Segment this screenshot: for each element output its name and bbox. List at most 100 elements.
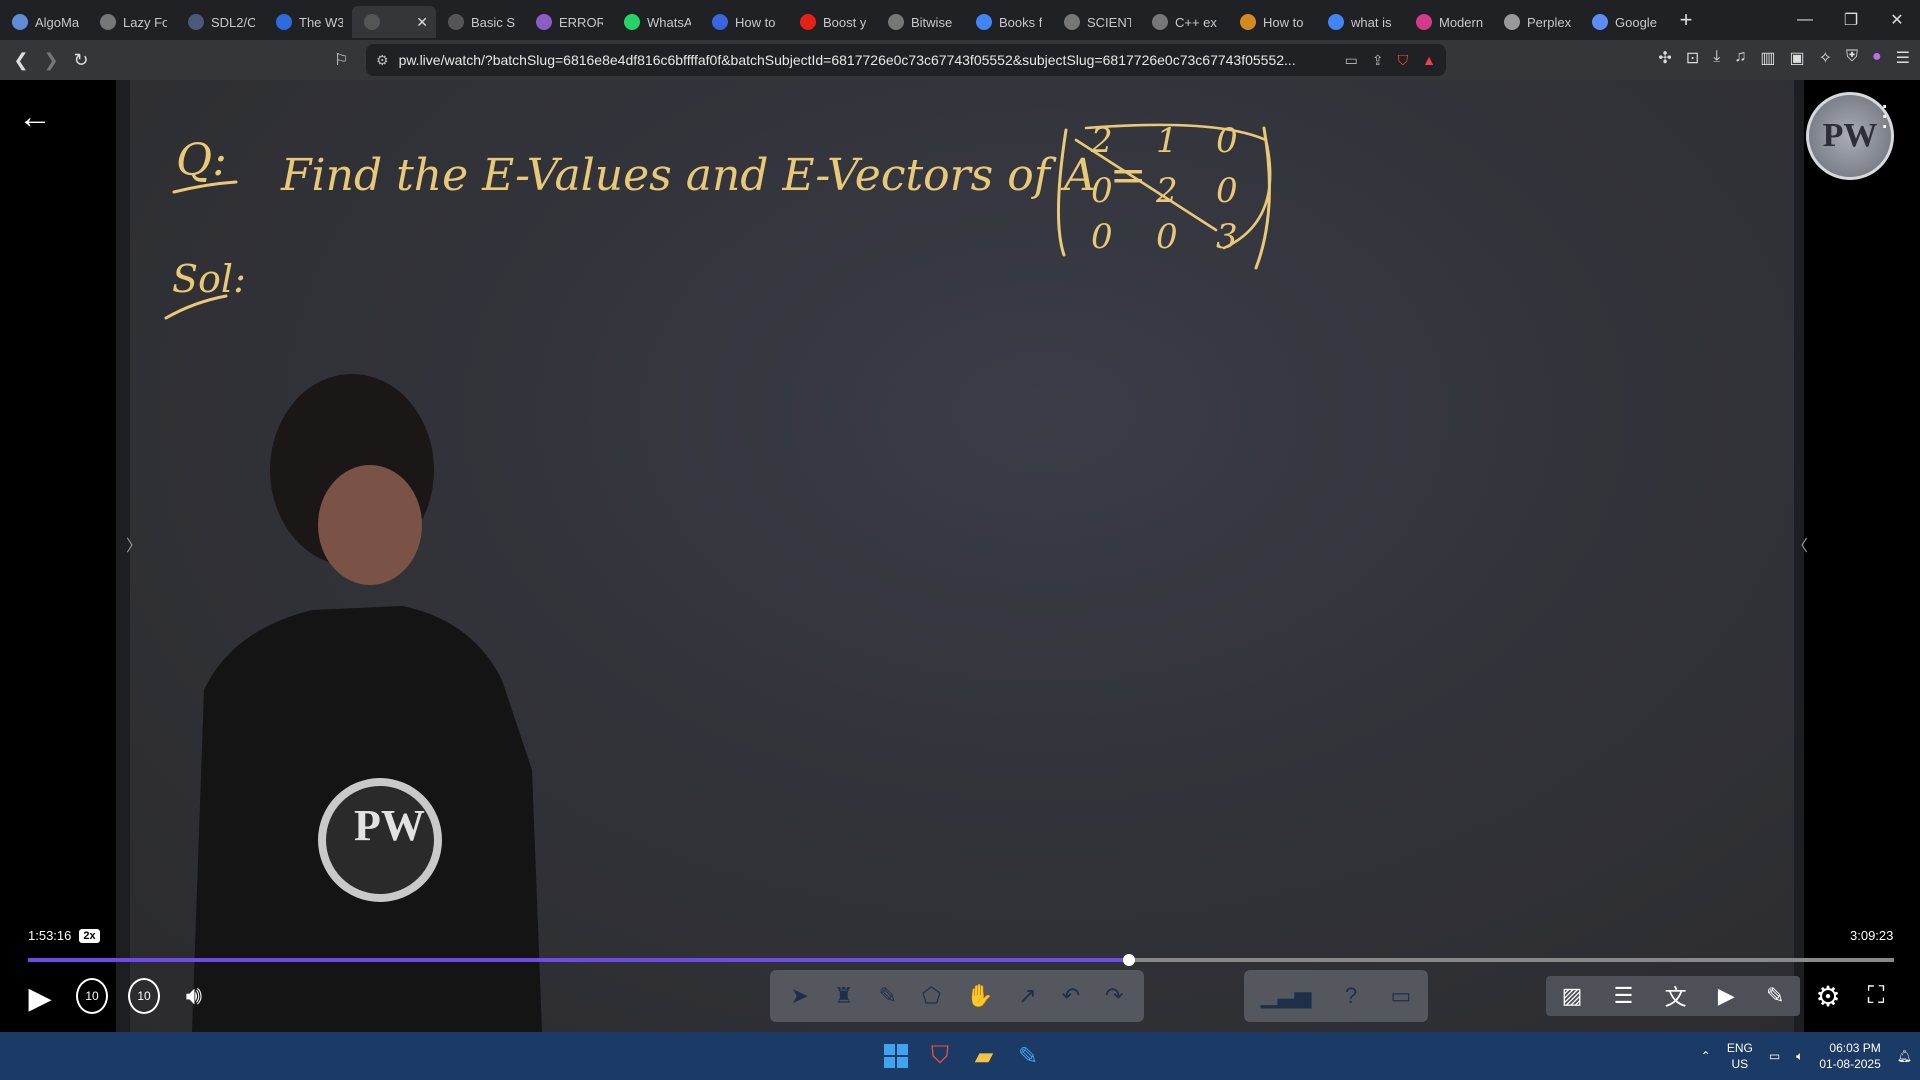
fullscreen-icon[interactable]: ⛶ <box>1858 978 1894 1014</box>
redo-icon: ↷ <box>1105 983 1124 1008</box>
notification-icon[interactable]: 🔔︎ <box>1897 1049 1912 1063</box>
translate-icon[interactable]: 文 <box>1665 980 1687 1012</box>
teacher-figure: PW <box>192 374 542 1032</box>
wallet-icon[interactable]: ▣ <box>1789 48 1804 68</box>
current-time: 1:53:16 2x <box>28 928 100 943</box>
menu-icon[interactable]: ☰ <box>1896 48 1910 68</box>
algo-icon <box>12 14 28 30</box>
browser-tab[interactable]: ✕ <box>352 6 436 38</box>
forward-10-label: 10 <box>137 989 151 1003</box>
cast-icon[interactable]: ▭ <box>1345 52 1358 69</box>
youtube-icon <box>800 14 816 30</box>
browser-tab[interactable]: How to <box>700 6 788 38</box>
browser-tab[interactable]: SDL2/C <box>176 6 264 38</box>
openai-icon <box>1152 14 1168 30</box>
leo-ai-icon[interactable]: ✧ <box>1819 48 1832 68</box>
volume-icon[interactable]: 🔊︎ <box>176 978 212 1014</box>
pw-logo-text: PW <box>1822 117 1878 154</box>
pointer-icon: ➤ <box>790 983 809 1008</box>
toolbar-actions: ✣ ⊡ ⤓ ♫ ▥ ▣ ✧ ⛨ ● ☰ <box>1658 48 1910 68</box>
pen-holder-icon: ♜ <box>833 983 854 1008</box>
close-window-icon[interactable]: ✕ <box>1874 0 1920 40</box>
rewind-10-button[interactable]: 10 <box>76 978 108 1014</box>
speaker-icon[interactable]: 🔈︎ <box>1796 1049 1803 1064</box>
tab-title: ERROR <box>559 14 603 30</box>
pip-icon[interactable]: ▶ <box>1718 983 1735 1009</box>
start-icon[interactable] <box>880 1040 912 1072</box>
rewind-10-label: 10 <box>85 989 99 1003</box>
matrix-entry: 2 <box>1155 171 1178 211</box>
screenshot-icon[interactable]: ⊡ <box>1686 48 1699 68</box>
file-explorer-icon[interactable]: ▰ <box>968 1040 1000 1072</box>
browser-tab[interactable]: How to <box>1228 6 1316 38</box>
seek-bar-thumb[interactable] <box>1122 954 1135 966</box>
video-player[interactable]: Q: Find the E-Values and E-Vectors of A … <box>0 80 1920 1032</box>
restore-icon[interactable]: ❐ <box>1828 0 1874 40</box>
chat-icon[interactable]: ☰ <box>1614 983 1634 1009</box>
tab-title: SCIENT <box>1087 14 1131 30</box>
brave-shield-icon[interactable]: ⛉ <box>1398 52 1409 69</box>
solution-label: Sol: <box>172 257 246 301</box>
play-icon[interactable]: ▶ <box>24 980 56 1016</box>
tab-title: C++ ex <box>1175 14 1217 30</box>
download-icon[interactable]: ⤓ <box>1713 48 1720 68</box>
brave-taskbar-icon[interactable]: ⛉ <box>924 1040 956 1072</box>
more-options-icon[interactable]: · · · <box>1880 91 1889 139</box>
tab-title: Google <box>1615 14 1657 30</box>
browser-tab[interactable]: Basic Sy <box>436 6 524 38</box>
tab-title: SDL2/C <box>211 14 255 30</box>
close-tab-icon[interactable]: ✕ <box>416 14 428 31</box>
browser-tab[interactable]: Google <box>1580 6 1668 38</box>
profile-icon[interactable]: ● <box>1872 48 1882 68</box>
question-label: Q: <box>176 135 227 186</box>
browser-tab[interactable]: Boost y <box>788 6 876 38</box>
browser-tab[interactable]: what is <box>1316 6 1404 38</box>
back-icon[interactable]: ❮ <box>6 45 36 75</box>
tab-title: Perplex <box>1527 14 1571 30</box>
settings-gear-icon[interactable]: ⚙ <box>1810 978 1846 1014</box>
clock[interactable]: 06:03 PM 01-08-2025 <box>1819 1040 1880 1072</box>
address-bar[interactable]: ⚙ pw.live/watch/?batchSlug=6816e8e4df816… <box>366 44 1446 76</box>
forward-icon[interactable]: ❯ <box>36 45 66 75</box>
pen-app-icon[interactable]: ✎ <box>1012 1040 1044 1072</box>
notes-icon[interactable]: ✎ <box>1766 983 1784 1009</box>
seek-bar[interactable] <box>28 954 1894 966</box>
browser-tab[interactable]: WhatsA <box>612 6 700 38</box>
tab-title: How to <box>735 14 776 30</box>
right-panel-chevron-icon[interactable]: 〈 <box>1792 532 1808 556</box>
new-tab-button[interactable]: + <box>1668 7 1704 33</box>
tray-chevron-icon[interactable]: ⌃ <box>1701 1049 1711 1063</box>
site-info-icon[interactable]: ⚙ <box>376 52 389 69</box>
forward-10-button[interactable]: 10 <box>128 978 160 1014</box>
w3-icon <box>276 14 292 30</box>
url-text[interactable]: pw.live/watch/?batchSlug=6816e8e4df816c6… <box>399 52 1331 68</box>
browser-tab[interactable]: Perplex <box>1492 6 1580 38</box>
player-back-icon[interactable]: ← <box>18 98 52 137</box>
tab-title: what is <box>1351 14 1392 30</box>
minimize-icon[interactable]: — <box>1782 0 1828 40</box>
browser-tab[interactable]: C++ ex <box>1140 6 1228 38</box>
browser-tab[interactable]: The W3 <box>264 6 352 38</box>
browser-tab[interactable]: Books f <box>964 6 1052 38</box>
globe-icon <box>100 14 116 30</box>
tab-title: Books f <box>999 14 1043 30</box>
bookmark-icon[interactable]: ⚐ <box>334 50 348 70</box>
extensions-icon[interactable]: ✣ <box>1658 48 1671 68</box>
playback-speed-badge[interactable]: 2x <box>79 928 100 943</box>
browser-tab[interactable]: SCIENT <box>1052 6 1140 38</box>
picture-icon: ▨ <box>1561 983 1583 1008</box>
share-icon[interactable]: ⇪ <box>1372 52 1384 69</box>
brave-rewards-icon[interactable]: ▲ <box>1422 52 1436 68</box>
language-indicator[interactable]: ENG US <box>1727 1040 1753 1072</box>
browser-tab[interactable]: Bitwise <box>876 6 964 38</box>
browser-tab[interactable]: AlgoMa <box>0 6 88 38</box>
browser-tab[interactable]: Lazy Fo <box>88 6 176 38</box>
display-icon[interactable]: ▭ <box>1769 1049 1780 1063</box>
vpn-icon[interactable]: ⛨ <box>1846 48 1858 68</box>
browser-tab[interactable]: Modern <box>1404 6 1492 38</box>
left-panel-chevron-icon[interactable]: 〉 <box>126 532 142 556</box>
media-icon[interactable]: ♫ <box>1734 48 1746 68</box>
reload-icon[interactable]: ↻ <box>66 45 96 75</box>
browser-tab[interactable]: ERROR <box>524 6 612 38</box>
sidebar-icon[interactable]: ▥ <box>1760 48 1775 68</box>
